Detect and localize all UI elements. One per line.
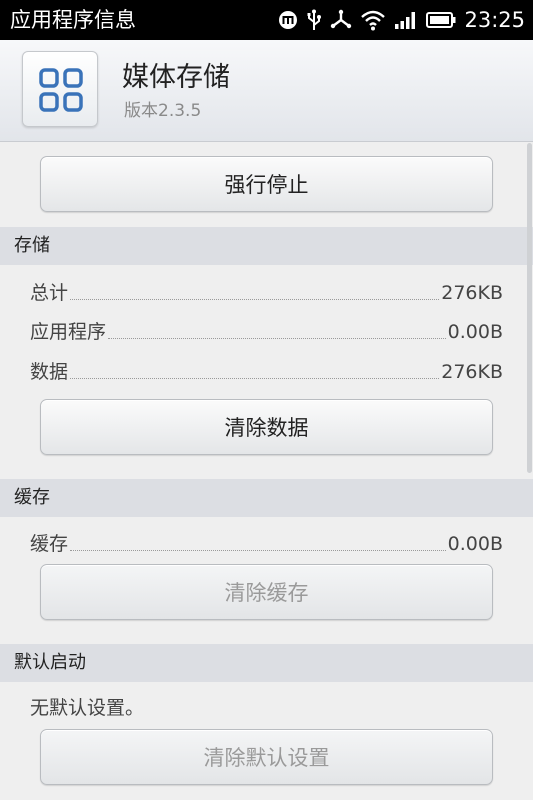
usb-icon	[306, 9, 322, 31]
app-name: 媒体存储	[122, 62, 230, 93]
cache-row-label: 缓存	[30, 533, 69, 555]
app-version: 版本2.3.5	[124, 101, 202, 121]
storage-row-value: 0.00B	[447, 321, 503, 343]
cache-row: 缓存 0.00B	[30, 527, 503, 557]
storage-row-application: 应用程序 0.00B	[30, 315, 503, 345]
dotted-leader	[70, 298, 440, 300]
status-bar-title: 应用程序信息	[10, 8, 136, 32]
wifi-icon	[360, 9, 386, 31]
clear-defaults-button[interactable]: 清除默认设置	[40, 729, 493, 785]
battery-icon	[426, 11, 456, 29]
dotted-leader	[70, 549, 446, 551]
force-stop-button[interactable]: 强行停止	[40, 156, 493, 212]
app-grid-icon	[39, 68, 83, 112]
launch-default-section-header: 默认启动	[0, 644, 533, 682]
app-icon	[22, 51, 98, 127]
signal-icon	[394, 10, 418, 30]
cache-row-value: 0.00B	[447, 533, 503, 555]
storage-row-value: 276KB	[441, 361, 503, 383]
mi-icon	[278, 10, 298, 30]
status-icons: 23:25	[270, 5, 525, 35]
storage-row-label: 总计	[30, 282, 69, 304]
storage-section-header: 存储	[0, 227, 533, 265]
cache-section-header: 缓存	[0, 479, 533, 517]
scrollbar[interactable]	[527, 143, 532, 473]
storage-row-total: 总计 276KB	[30, 276, 503, 306]
dotted-leader	[70, 377, 440, 379]
storage-row-data: 数据 276KB	[30, 355, 503, 385]
status-bar: 应用程序信息 23:25	[0, 0, 533, 40]
storage-row-value: 276KB	[441, 282, 503, 304]
debug-icon	[330, 9, 352, 31]
no-default-text: 无默认设置。	[30, 697, 145, 719]
storage-row-label: 应用程序	[30, 321, 107, 343]
app-header: 媒体存储 版本2.3.5	[0, 40, 533, 142]
clear-data-button[interactable]: 清除数据	[40, 399, 493, 455]
dotted-leader	[108, 337, 446, 339]
storage-row-label: 数据	[30, 361, 69, 383]
clear-cache-button[interactable]: 清除缓存	[40, 564, 493, 620]
status-bar-time: 23:25	[464, 8, 525, 32]
